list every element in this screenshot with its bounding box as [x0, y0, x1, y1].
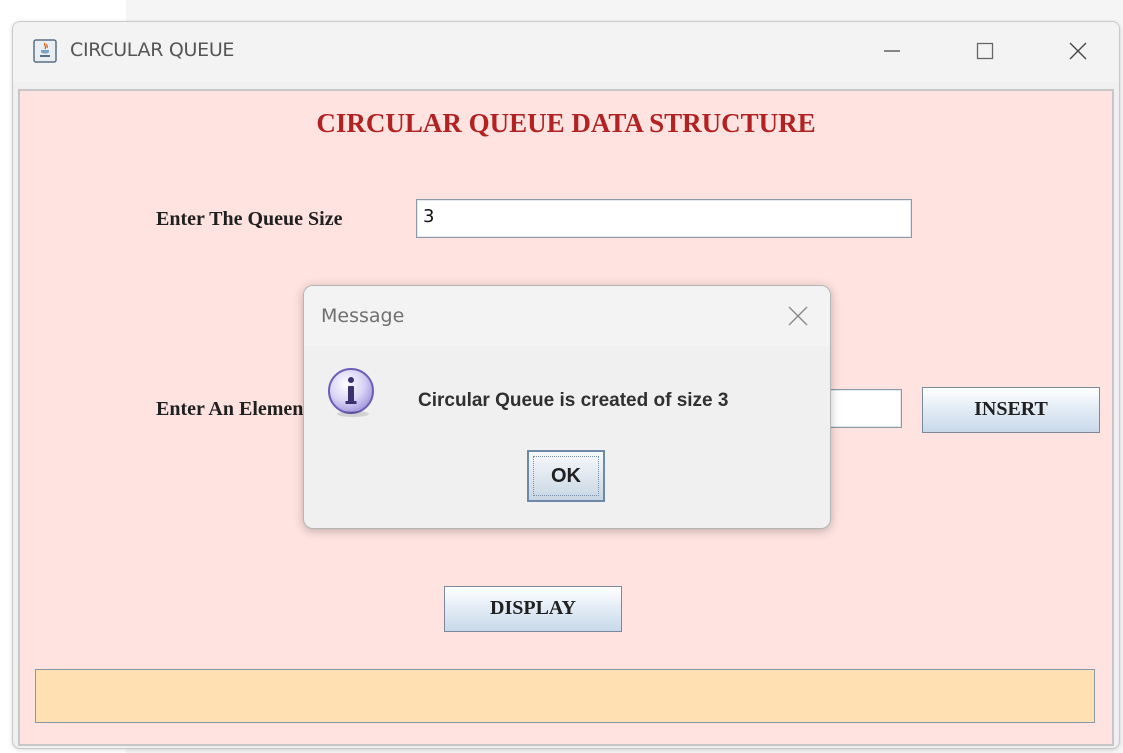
dialog-close-button[interactable] — [785, 303, 811, 329]
window-title: CIRCULAR QUEUE — [70, 39, 235, 61]
element-label: Enter An Element — [156, 398, 311, 420]
queue-size-label: Enter The Queue Size — [156, 208, 343, 230]
java-app-icon — [33, 39, 57, 63]
output-field[interactable] — [35, 669, 1095, 723]
information-icon — [326, 366, 378, 418]
title-bar[interactable]: CIRCULAR QUEUE — [13, 22, 1119, 82]
display-button[interactable]: DISPLAY — [444, 586, 622, 632]
close-window-button[interactable] — [1053, 30, 1103, 72]
close-icon — [788, 306, 808, 326]
maximize-icon — [976, 42, 994, 60]
dialog-title: Message — [321, 305, 405, 327]
close-icon — [1069, 42, 1087, 60]
minimize-button[interactable] — [867, 30, 917, 72]
screen: CIRCULAR QUEUE CIRCULAR QUEUE DATA STRUC… — [0, 0, 1123, 753]
dialog-message: Circular Queue is created of size 3 — [418, 390, 729, 411]
ok-button[interactable]: OK — [527, 450, 605, 502]
maximize-button[interactable] — [960, 30, 1010, 72]
queue-size-input[interactable]: 3 — [416, 199, 912, 238]
minimize-icon — [884, 50, 900, 52]
focus-ring — [533, 456, 599, 496]
message-dialog: Message Circular Queue is created of siz… — [303, 285, 831, 529]
insert-button[interactable]: INSERT — [922, 387, 1100, 433]
dialog-title-bar[interactable]: Message — [304, 286, 830, 346]
page-heading: CIRCULAR QUEUE DATA STRUCTURE — [316, 108, 816, 138]
